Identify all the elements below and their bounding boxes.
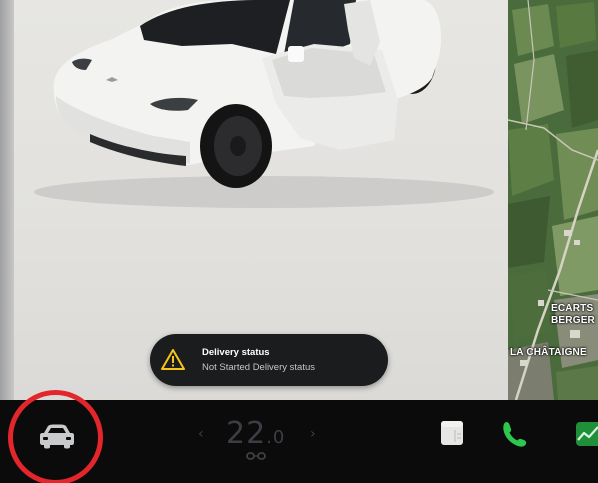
navigation-map[interactable]: ECARTS BERGER LA CHÂTAIGNE bbox=[508, 0, 598, 400]
vehicle-touchscreen: Delivery status Not Started Delivery sta… bbox=[0, 0, 598, 483]
stocks-app-icon bbox=[576, 422, 598, 446]
notes-app-button[interactable] bbox=[437, 418, 467, 448]
temperature-down-button[interactable]: ‹ bbox=[198, 426, 204, 442]
phone-icon bbox=[503, 422, 527, 447]
notification-title: Delivery status bbox=[202, 347, 270, 358]
car-icon bbox=[40, 424, 74, 449]
delivery-status-notification[interactable]: Delivery status Not Started Delivery sta… bbox=[150, 334, 388, 386]
stocks-app-button[interactable] bbox=[572, 418, 598, 448]
screen-bezel bbox=[0, 0, 14, 400]
warning-triangle-icon bbox=[161, 349, 185, 370]
map-label-la-chataigne: LA CHÂTAIGNE bbox=[510, 347, 587, 358]
phone-app-button[interactable] bbox=[498, 418, 528, 448]
temperature-whole: 22 bbox=[226, 416, 267, 451]
map-label-ecarts: ECARTS bbox=[551, 303, 594, 314]
cabin-temperature[interactable]: 22.0 bbox=[226, 416, 285, 451]
bottom-bar: ‹ 22.0 › bbox=[0, 390, 598, 483]
notes-app-icon bbox=[441, 421, 463, 445]
temperature-decimal: .0 bbox=[266, 427, 286, 448]
temperature-up-button[interactable]: › bbox=[310, 426, 316, 442]
satellite-map-tiles bbox=[508, 0, 598, 400]
car-controls-button[interactable] bbox=[36, 421, 78, 451]
car-visualization-panel[interactable]: Delivery status Not Started Delivery sta… bbox=[14, 0, 508, 400]
seat-heater-icon[interactable] bbox=[246, 451, 266, 461]
map-label-berger: BERGER bbox=[551, 315, 595, 326]
notification-message: Not Started Delivery status bbox=[202, 362, 315, 373]
